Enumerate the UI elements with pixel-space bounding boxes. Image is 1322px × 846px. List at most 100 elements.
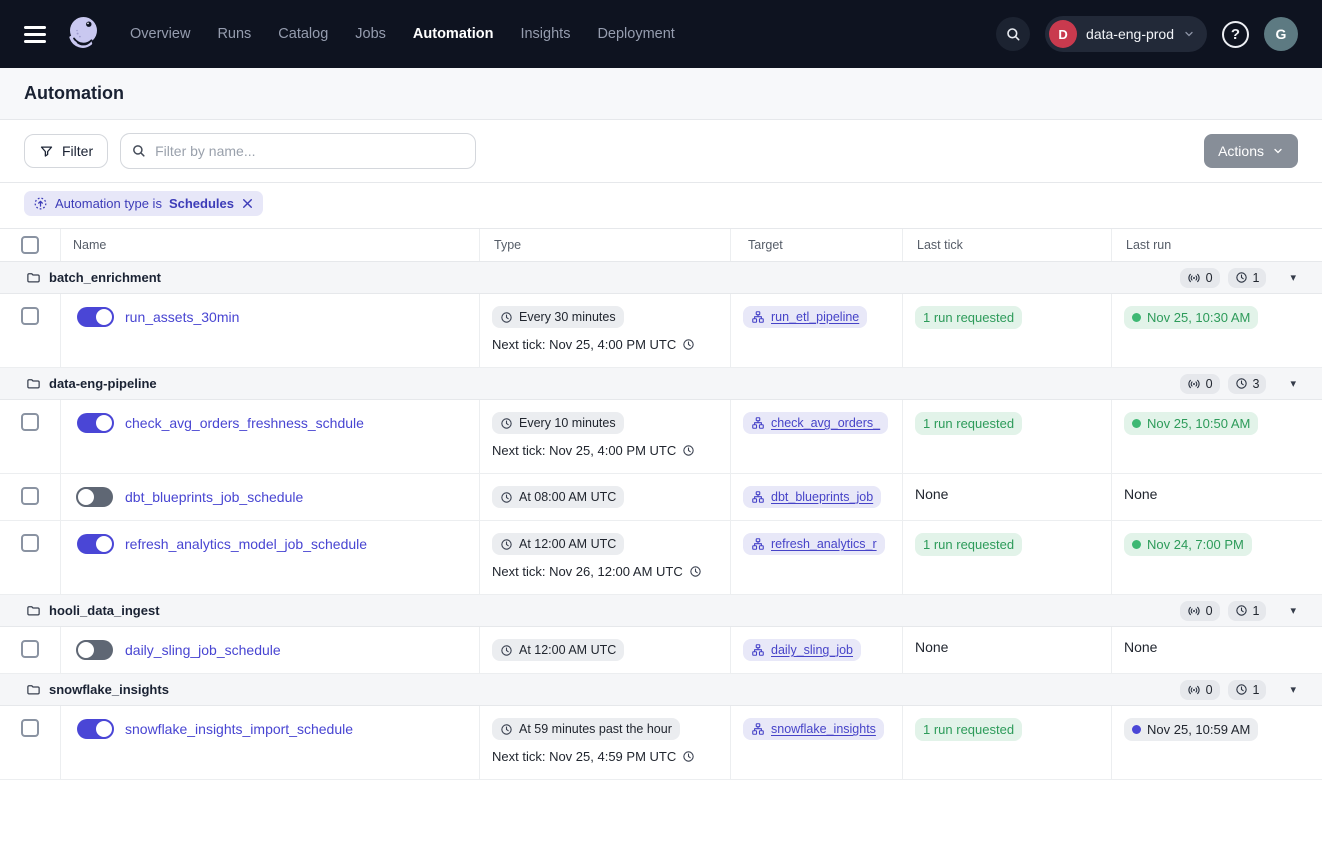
collapse-caret-button[interactable]: ▾: [1286, 602, 1300, 619]
last-run-badge[interactable]: Nov 25, 10:30 AM: [1124, 306, 1258, 329]
schedule-type-badge: At 59 minutes past the hour: [492, 718, 680, 740]
group-name: hooli_data_ingest: [49, 603, 160, 618]
group-row[interactable]: batch_enrichment 0 1 ▾: [0, 262, 1322, 294]
schedule-toggle[interactable]: [77, 719, 113, 739]
sensor-count-badge: 0: [1180, 680, 1220, 700]
last-run-badge[interactable]: Nov 25, 10:59 AM: [1124, 718, 1258, 741]
select-all-checkbox[interactable]: [21, 236, 39, 254]
row-checkbox[interactable]: [21, 487, 39, 505]
folder-icon: [26, 376, 41, 391]
last-tick-badge[interactable]: 1 run requested: [915, 533, 1022, 556]
row-checkbox[interactable]: [21, 413, 39, 431]
schedule-name-link[interactable]: refresh_analytics_model_job_schedule: [125, 534, 367, 554]
group-row[interactable]: snowflake_insights 0 1 ▾: [0, 674, 1322, 706]
nav-item-jobs[interactable]: Jobs: [355, 26, 386, 42]
filter-button-label: Filter: [62, 143, 93, 159]
folder-icon: [26, 270, 41, 285]
nav-item-runs[interactable]: Runs: [217, 26, 251, 42]
folder-icon: [26, 682, 41, 697]
schedule-toggle[interactable]: [77, 413, 113, 433]
deployment-avatar: D: [1049, 20, 1077, 48]
target-badge[interactable]: run_etl_pipeline: [743, 306, 867, 328]
nav-item-deployment[interactable]: Deployment: [597, 26, 674, 42]
target-badge[interactable]: check_avg_orders_: [743, 412, 888, 434]
nav-item-catalog[interactable]: Catalog: [278, 26, 328, 42]
schedule-name-link[interactable]: check_avg_orders_freshness_schdule: [125, 413, 364, 433]
schedule-count-badge: 1: [1228, 601, 1267, 621]
sensor-icon: [1187, 683, 1201, 697]
group-row[interactable]: data-eng-pipeline 0 3 ▾: [0, 368, 1322, 400]
schedule-name-link[interactable]: dbt_blueprints_job_schedule: [125, 487, 303, 507]
column-header-type: Type: [480, 229, 731, 261]
clock-icon: [682, 444, 695, 457]
last-run-badge[interactable]: Nov 24, 7:00 PM: [1124, 533, 1252, 556]
schedule-name-link[interactable]: run_assets_30min: [125, 307, 239, 327]
row-checkbox[interactable]: [21, 719, 39, 737]
hamburger-menu-icon[interactable]: [24, 26, 46, 43]
collapse-caret-button[interactable]: ▾: [1286, 269, 1300, 286]
schedule-toggle[interactable]: [77, 534, 113, 554]
table-row: daily_sling_job_schedule At 12:00 AM UTC…: [0, 627, 1322, 674]
actions-button-label: Actions: [1218, 143, 1264, 159]
next-tick: Next tick: Nov 26, 12:00 AM UTC: [492, 564, 702, 579]
nav-item-overview[interactable]: Overview: [130, 26, 190, 42]
close-icon[interactable]: [241, 197, 254, 210]
name-filter-field: [120, 133, 476, 169]
job-icon: [751, 310, 765, 324]
last-tick-badge[interactable]: 1 run requested: [915, 306, 1022, 329]
column-header-name: Name: [61, 229, 480, 261]
job-icon: [751, 722, 765, 736]
collapse-caret-button[interactable]: ▾: [1286, 681, 1300, 698]
user-avatar[interactable]: G: [1264, 17, 1298, 51]
clock-icon: [500, 417, 513, 430]
name-filter-input[interactable]: [120, 133, 476, 169]
filter-button[interactable]: Filter: [24, 134, 108, 168]
schedule-type-badge: At 12:00 AM UTC: [492, 533, 624, 555]
schedule-toggle[interactable]: [77, 307, 113, 327]
page-title: Automation: [24, 83, 124, 104]
schedule-type-badge: At 08:00 AM UTC: [492, 486, 624, 508]
schedule-type-badge: Every 10 minutes: [492, 412, 624, 434]
target-badge[interactable]: daily_sling_job: [743, 639, 861, 661]
clock-icon: [1235, 377, 1248, 390]
schedule-count-badge: 1: [1228, 268, 1267, 288]
deployment-switcher[interactable]: D data-eng-prod: [1045, 16, 1207, 52]
table-header: Name Type Target Last tick Last run: [0, 229, 1322, 262]
group-name: batch_enrichment: [49, 270, 161, 285]
last-tick-badge[interactable]: 1 run requested: [915, 718, 1022, 741]
started-dot-icon: [1132, 725, 1141, 734]
group-name: data-eng-pipeline: [49, 376, 157, 391]
last-tick-none: None: [915, 639, 948, 655]
clock-icon: [682, 338, 695, 351]
job-icon: [751, 416, 765, 430]
group-row[interactable]: hooli_data_ingest 0 1 ▾: [0, 595, 1322, 627]
automation-type-filter-chip[interactable]: Automation type is Schedules: [24, 191, 263, 216]
table-row: snowflake_insights_import_schedule At 59…: [0, 706, 1322, 780]
target-badge[interactable]: snowflake_insights: [743, 718, 884, 740]
target-badge[interactable]: dbt_blueprints_job: [743, 486, 881, 508]
next-tick: Next tick: Nov 25, 4:00 PM UTC: [492, 443, 695, 458]
last-run-badge[interactable]: Nov 25, 10:50 AM: [1124, 412, 1258, 435]
automation-table: Name Type Target Last tick Last run batc…: [0, 229, 1322, 780]
chevron-down-icon: [1272, 145, 1284, 157]
schedule-toggle[interactable]: [77, 640, 113, 660]
nav-item-insights[interactable]: Insights: [520, 26, 570, 42]
actions-button[interactable]: Actions: [1204, 134, 1298, 168]
target-badge[interactable]: refresh_analytics_r: [743, 533, 885, 555]
deployment-name: data-eng-prod: [1086, 26, 1174, 42]
table-body: batch_enrichment 0 1 ▾ run_assets_30min …: [0, 262, 1322, 780]
search-icon[interactable]: [996, 17, 1030, 51]
last-tick-badge[interactable]: 1 run requested: [915, 412, 1022, 435]
row-checkbox[interactable]: [21, 307, 39, 325]
job-icon: [751, 490, 765, 504]
clock-icon: [500, 644, 513, 657]
schedule-name-link[interactable]: daily_sling_job_schedule: [125, 640, 281, 660]
row-checkbox[interactable]: [21, 534, 39, 552]
collapse-caret-button[interactable]: ▾: [1286, 375, 1300, 392]
help-icon[interactable]: ?: [1222, 21, 1249, 48]
nav-item-automation[interactable]: Automation: [413, 26, 494, 42]
dagster-logo-icon[interactable]: [64, 14, 104, 54]
row-checkbox[interactable]: [21, 640, 39, 658]
schedule-name-link[interactable]: snowflake_insights_import_schedule: [125, 719, 353, 739]
schedule-toggle[interactable]: [77, 487, 113, 507]
